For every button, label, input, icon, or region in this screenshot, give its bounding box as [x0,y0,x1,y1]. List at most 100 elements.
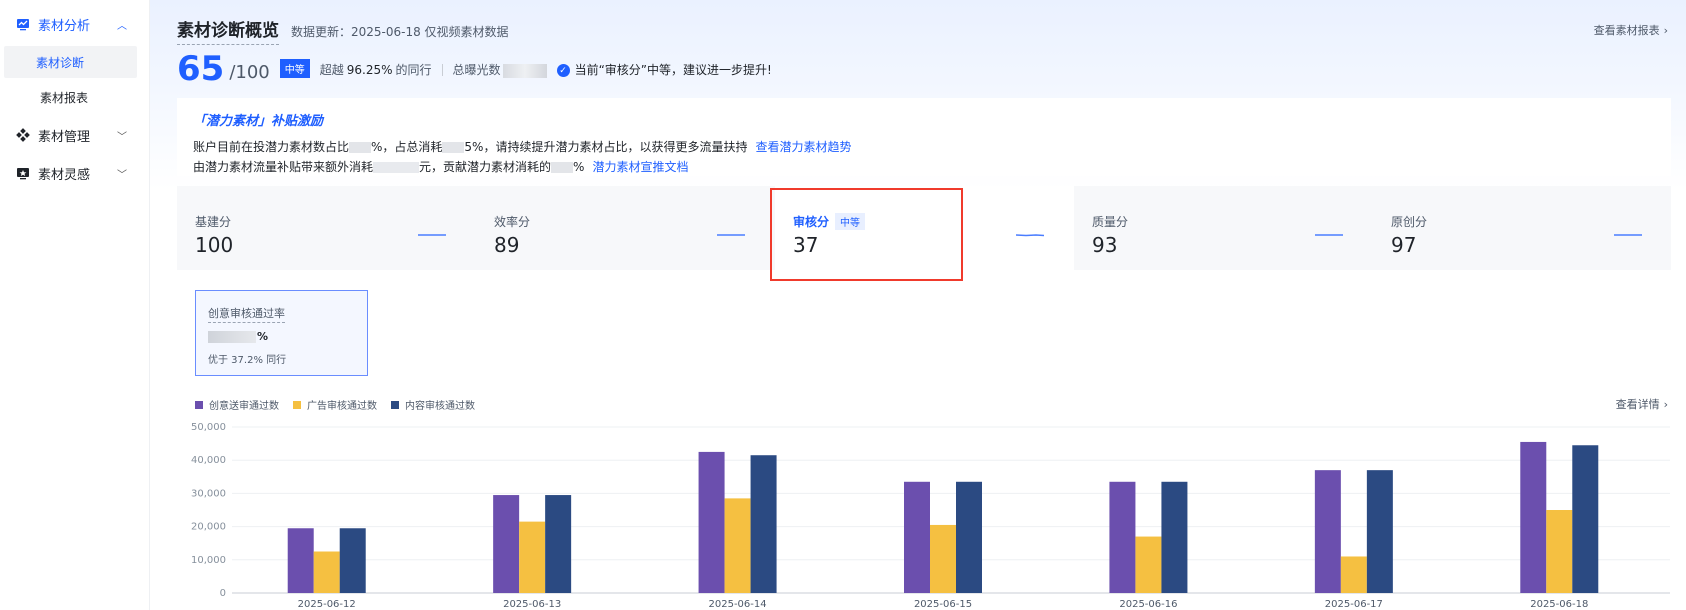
card-label: 效率分 [494,214,531,229]
chart-bar[interactable] [339,528,366,593]
blurred-value [442,142,465,153]
exceed-value: 96.25% [346,63,393,77]
exceed-text: 超越 96.25% 的同行 [320,61,432,78]
audit-bar-chart: 0 10,000 20,000 30,000 40,000 50,000 2025-06-1… [191,422,1670,610]
trend-line-icon [418,234,446,236]
divider [441,64,443,76]
page-title: 素材诊断概览 [177,16,279,45]
analysis-icon [16,17,30,31]
y-tick-label: 0 [220,588,226,599]
x-tick-label: 2025-06-13 [503,599,561,610]
card-label: 基建分 [195,214,232,229]
score-row: 65 /100 中等 超越 96.25% 的同行 总曝光数 ✓ 当前“审核分”中等，… [177,50,772,86]
exposure-label: 总曝光数 [452,63,501,77]
blurred-value [349,142,372,153]
chart-bar[interactable] [493,495,520,593]
chart-bar[interactable] [1572,445,1599,593]
nav-sub-report[interactable]: 素材报表 [4,81,137,113]
header-row: 素材诊断概览 数据更新：2025-06-18 仅视频素材数据 [177,16,509,45]
score-card-quality[interactable]: 质量分 93 [1074,186,1373,270]
incentive-text: %，占总消耗 [371,140,443,154]
chevron-down-icon: ﹀ [117,169,127,181]
exceed-prefix: 超越 [319,63,344,77]
pass-rate-card[interactable]: 创意审核通过率 % 优于 37.2% 同行 [195,290,368,376]
total-score: 65 [177,49,225,89]
chart-bar[interactable] [1314,470,1341,593]
y-tick-label: 30,000 [191,488,226,499]
pass-rate-title: 创意审核通过率 [208,305,285,323]
view-report-link[interactable]: 查看素材报表 › [1594,22,1668,38]
chart-bar[interactable] [698,451,725,593]
y-tick-label: 10,000 [191,555,226,566]
nav-group-inspiration[interactable]: 素材灵感 ﹀ [0,154,149,192]
score-card-infra[interactable]: 基建分 100 [177,186,476,270]
chevron-up-icon: ︿ [117,20,127,32]
incentive-line-2: 由潜力素材流量补贴带来额外消耗 元，贡献潜力素材消耗的% 潜力素材宣推文档 [193,157,1655,177]
blurred-value [551,162,574,173]
legend-swatch [391,400,399,409]
chart-bar[interactable] [313,551,340,594]
x-tick-label: 2025-06-14 [709,599,767,610]
pass-rate-suffix: % [257,330,269,343]
x-tick-label: 2025-06-16 [1119,599,1177,610]
pass-rate-comparison: 优于 37.2% 同行 [208,355,287,366]
chart-bar[interactable] [1161,481,1188,593]
score-denominator: /100 [229,62,270,83]
chart-bar[interactable] [1135,536,1162,593]
score-card-efficiency[interactable]: 效率分 89 [476,186,775,270]
incentive-text: % [573,160,585,174]
chart-bar[interactable] [956,481,982,593]
chart-bar[interactable] [1546,510,1573,593]
nav-sub-diagnosis[interactable]: 素材诊断 [4,46,137,78]
x-tick-label: 2025-06-12 [298,599,356,610]
pass-rate-value: % [208,329,355,343]
card-label: 质量分 [1092,214,1129,229]
legend-swatch [293,400,301,409]
chart-bar[interactable] [1109,481,1136,593]
incentive-text: 5%，请持续提升潜力素材占比，以获得更多流量扶持 [464,140,748,154]
chart-bar[interactable] [287,528,314,593]
manage-icon [16,128,30,142]
nav-group-analysis[interactable]: 素材分析 ︿ [0,5,149,43]
nav-sub-label: 素材诊断 [36,55,85,70]
inspiration-icon [16,166,30,180]
nav-group-label: 素材灵感 [38,167,91,183]
chart-bar[interactable] [930,524,956,593]
card-label: 原创分 [1391,214,1428,229]
exceed-suffix: 的同行 [395,63,432,77]
chart-bar[interactable] [545,495,572,593]
incentive-card: 「潜力素材」补贴激励 账户目前在投潜力素材数占比 %，占总消耗 5%，请持续提升潜力… [177,98,1671,176]
trend-line-icon [717,234,745,236]
highlight-box [770,188,963,281]
y-tick-label: 40,000 [191,455,226,466]
trend-line-icon [1315,234,1343,236]
chart-bar[interactable] [750,455,777,593]
nav-group-manage[interactable]: 素材管理 ﹀ [0,116,149,154]
chart-bar[interactable] [1366,470,1393,593]
trend-line-icon [1614,234,1642,236]
view-report-label: 查看素材报表 [1593,24,1660,37]
x-tick-label: 2025-06-18 [1530,599,1588,610]
nav-group-label: 素材分析 [38,18,91,34]
incentive-line-1: 账户目前在投潜力素材数占比 %，占总消耗 5%，请持续提升潜力素材占比，以获得更多流… [193,137,1655,157]
chart-bar[interactable] [724,498,751,593]
potential-doc-link[interactable]: 潜力素材宣推文档 [592,160,688,174]
incentive-text: 账户目前在投潜力素材数占比 [193,140,350,154]
blurred-value [373,162,420,173]
chart-bar[interactable] [519,521,546,593]
incentive-text: 由潜力素材流量补贴带来额外消耗 [193,160,374,174]
chart-bar[interactable] [904,481,930,593]
trend-line-icon [1016,234,1044,237]
chart-bar[interactable] [1520,441,1547,593]
potential-trend-link[interactable]: 查看潜力素材趋势 [755,140,851,154]
y-tick-label: 20,000 [191,522,226,533]
x-tick-label: 2025-06-15 [914,599,972,610]
chart-bar[interactable] [1340,556,1367,593]
score-card-original[interactable]: 原创分 97 [1373,186,1672,270]
nav-sub-label: 素材报表 [40,90,89,105]
score-tip: 当前“审核分”中等，建议进一步提升! [574,63,772,77]
incentive-title: 「潜力素材」补贴激励 [193,114,324,129]
nav-group-label: 素材管理 [38,129,91,145]
blurred-value [208,331,256,343]
y-tick-label: 50,000 [191,422,226,433]
